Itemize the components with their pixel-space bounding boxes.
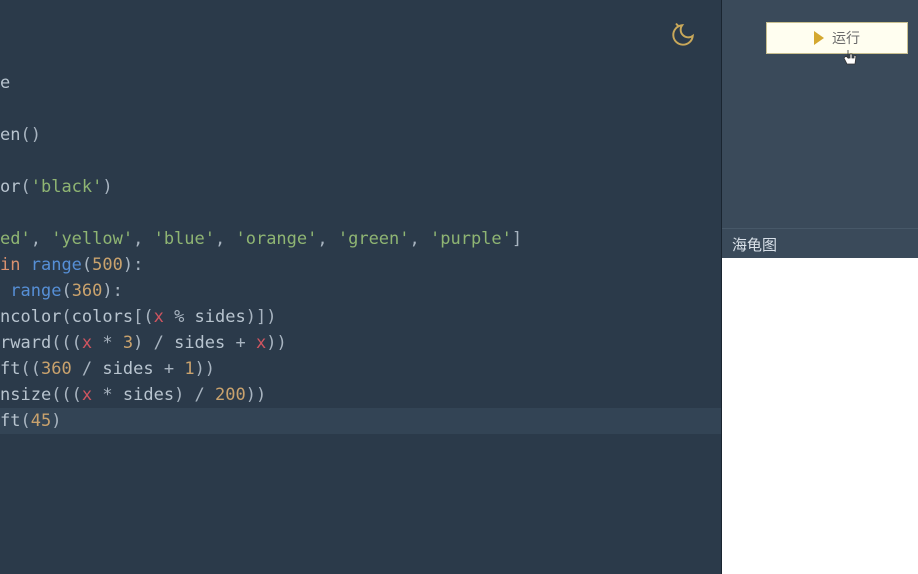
code-token: , bbox=[410, 229, 430, 249]
code-token: ((( bbox=[51, 385, 82, 405]
code-token: 1 bbox=[184, 359, 194, 379]
code-token: e bbox=[0, 73, 10, 93]
code-token: ( bbox=[20, 177, 30, 197]
output-title: 海龟图 bbox=[732, 237, 777, 254]
code-token: 'yellow' bbox=[51, 229, 133, 249]
code-token: ) / bbox=[133, 333, 174, 353]
code-token bbox=[0, 281, 10, 301]
code-token: + bbox=[154, 359, 185, 379]
code-token: )]) bbox=[246, 307, 277, 327]
code-token: 'blue' bbox=[154, 229, 215, 249]
code-token: , bbox=[215, 229, 235, 249]
code-token: 'green' bbox=[338, 229, 410, 249]
code-line[interactable]: ncolor(colors[(x % sides)]) bbox=[0, 304, 721, 330]
code-line[interactable] bbox=[0, 96, 721, 122]
code-token: 45 bbox=[31, 411, 51, 431]
code-token: )) bbox=[195, 359, 215, 379]
code-token: , bbox=[317, 229, 337, 249]
turtle-canvas bbox=[722, 258, 918, 574]
code-token: ed' bbox=[0, 229, 31, 249]
code-token: , bbox=[31, 229, 51, 249]
output-panel: 运行 海龟图 bbox=[721, 0, 918, 574]
code-token: , bbox=[133, 229, 153, 249]
code-token: ( bbox=[61, 281, 71, 301]
code-editor-panel: e en() or('black') ed', 'yellow', 'blue'… bbox=[0, 0, 721, 574]
run-button[interactable]: 运行 bbox=[766, 22, 908, 54]
code-line[interactable]: rward(((x * 3) / sides + x)) bbox=[0, 330, 721, 356]
code-token: sides bbox=[195, 307, 246, 327]
code-token: x bbox=[82, 333, 92, 353]
code-token: ft bbox=[0, 411, 20, 431]
controls-area: 运行 bbox=[722, 0, 918, 228]
code-token: sides bbox=[123, 385, 174, 405]
code-token: % bbox=[164, 307, 195, 327]
code-line[interactable]: ft(45) bbox=[0, 408, 721, 434]
code-token: ( bbox=[20, 411, 30, 431]
code-token: sides bbox=[174, 333, 225, 353]
code-token: ) / bbox=[174, 385, 215, 405]
code-token: 'orange' bbox=[235, 229, 317, 249]
code-token: 'black' bbox=[31, 177, 103, 197]
code-line[interactable]: nsize(((x * sides) / 200)) bbox=[0, 382, 721, 408]
code-line[interactable] bbox=[0, 148, 721, 174]
code-token: + bbox=[225, 333, 256, 353]
code-editor[interactable]: e en() or('black') ed', 'yellow', 'blue'… bbox=[0, 60, 721, 444]
run-button-label: 运行 bbox=[832, 28, 860, 48]
code-token: x bbox=[256, 333, 266, 353]
code-token: 'purple' bbox=[430, 229, 512, 249]
code-token: (( bbox=[20, 359, 40, 379]
code-token: ( bbox=[61, 307, 71, 327]
code-token: / bbox=[72, 359, 103, 379]
code-line[interactable] bbox=[0, 200, 721, 226]
code-token: ( bbox=[82, 255, 92, 275]
code-token: sides bbox=[102, 359, 153, 379]
output-header: 海龟图 bbox=[722, 228, 918, 258]
code-token: ): bbox=[102, 281, 122, 301]
code-token: ncolor bbox=[0, 307, 61, 327]
code-token: en bbox=[0, 125, 20, 145]
code-token: 360 bbox=[41, 359, 72, 379]
code-token: ft bbox=[0, 359, 20, 379]
code-token: ((( bbox=[51, 333, 82, 353]
code-token: x bbox=[154, 307, 164, 327]
code-token: 360 bbox=[72, 281, 103, 301]
theme-toggle-icon[interactable] bbox=[670, 22, 696, 48]
code-token: )) bbox=[266, 333, 286, 353]
code-token: 500 bbox=[92, 255, 123, 275]
code-line[interactable]: e bbox=[0, 70, 721, 96]
code-line[interactable]: ed', 'yellow', 'blue', 'orange', 'green'… bbox=[0, 226, 721, 252]
code-token: [( bbox=[133, 307, 153, 327]
code-token: rward bbox=[0, 333, 51, 353]
code-token: * bbox=[92, 333, 123, 353]
code-token: ) bbox=[102, 177, 112, 197]
code-token: ] bbox=[512, 229, 522, 249]
code-token: () bbox=[20, 125, 40, 145]
code-token: colors bbox=[72, 307, 133, 327]
code-line[interactable]: range(360): bbox=[0, 278, 721, 304]
code-token: in bbox=[0, 255, 20, 275]
code-token: ) bbox=[51, 411, 61, 431]
code-line[interactable]: or('black') bbox=[0, 174, 721, 200]
code-token: )) bbox=[246, 385, 266, 405]
code-token: ): bbox=[123, 255, 143, 275]
code-token: 3 bbox=[123, 333, 133, 353]
code-token bbox=[20, 255, 30, 275]
code-token: * bbox=[92, 385, 123, 405]
code-token: or bbox=[0, 177, 20, 197]
code-token: nsize bbox=[0, 385, 51, 405]
play-icon bbox=[814, 31, 824, 45]
code-token: x bbox=[82, 385, 92, 405]
code-token: range bbox=[10, 281, 61, 301]
code-token: range bbox=[31, 255, 82, 275]
code-line[interactable]: ft((360 / sides + 1)) bbox=[0, 356, 721, 382]
editor-toolbar bbox=[0, 0, 721, 60]
code-token: 200 bbox=[215, 385, 246, 405]
code-line[interactable]: en() bbox=[0, 122, 721, 148]
code-line[interactable]: in range(500): bbox=[0, 252, 721, 278]
